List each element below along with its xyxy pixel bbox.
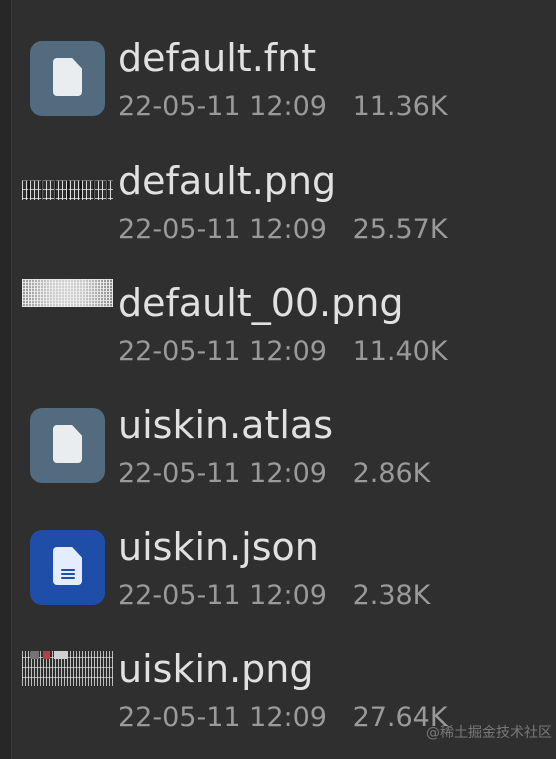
file-icon — [30, 41, 105, 116]
file-time: 12:09 — [249, 214, 327, 245]
file-row-default-png[interactable]: default.png 22-05-11 12:09 25.57K — [0, 137, 556, 259]
file-time: 12:09 — [249, 580, 327, 611]
file-metadata: 22-05-11 12:09 2.86K — [118, 457, 430, 491]
file-row-uiskin-atlas[interactable]: uiskin.atlas 22-05-11 12:09 2.86K — [0, 381, 556, 503]
file-date: 22-05-11 — [118, 214, 241, 245]
file-metadata: 22-05-11 12:09 27.64K — [118, 701, 448, 735]
file-size: 11.40K — [352, 336, 448, 367]
file-size: 11.36K — [352, 91, 448, 122]
file-list: default.fnt 22-05-11 12:09 11.36K defaul… — [0, 0, 556, 759]
font-image-thumbnail-icon — [22, 180, 113, 200]
file-date: 22-05-11 — [118, 336, 241, 367]
file-name: default.png — [118, 159, 337, 203]
file-time: 12:09 — [249, 336, 327, 367]
noisy-image-thumbnail-icon — [22, 279, 113, 307]
file-name: default.fnt — [118, 36, 317, 80]
file-metadata: 22-05-11 12:09 25.57K — [118, 213, 448, 247]
file-metadata: 22-05-11 12:09 2.38K — [118, 579, 430, 613]
file-metadata: 22-05-11 12:09 11.36K — [118, 90, 448, 124]
document-icon — [53, 425, 82, 463]
file-size: 25.57K — [352, 214, 448, 245]
ui-image-thumbnail-icon — [22, 651, 113, 686]
file-size: 2.86K — [352, 458, 431, 489]
file-name: uiskin.json — [118, 525, 319, 569]
file-metadata: 22-05-11 12:09 11.40K — [118, 335, 448, 369]
file-date: 22-05-11 — [118, 702, 241, 733]
file-name: uiskin.atlas — [118, 403, 333, 447]
file-time: 12:09 — [249, 458, 327, 489]
file-row-uiskin-json[interactable]: uiskin.json 22-05-11 12:09 2.38K — [0, 503, 556, 625]
document-icon — [53, 547, 82, 585]
file-row-default-fnt[interactable]: default.fnt 22-05-11 12:09 11.36K — [0, 14, 556, 136]
file-time: 12:09 — [249, 702, 327, 733]
file-size: 2.38K — [352, 580, 431, 611]
json-document-icon — [30, 530, 105, 605]
file-name: uiskin.png — [118, 647, 314, 691]
file-time: 12:09 — [249, 91, 327, 122]
file-name: default_00.png — [118, 281, 404, 325]
file-row-default-00-png[interactable]: default_00.png 22-05-11 12:09 11.40K — [0, 259, 556, 381]
watermark: @稀土掘金技术社区 — [426, 725, 552, 741]
document-icon — [53, 58, 82, 96]
file-icon — [30, 408, 105, 483]
file-date: 22-05-11 — [118, 458, 241, 489]
document-lines-icon — [61, 569, 75, 579]
file-date: 22-05-11 — [118, 580, 241, 611]
file-browser-screen: default.fnt 22-05-11 12:09 11.36K defaul… — [0, 0, 556, 759]
file-date: 22-05-11 — [118, 91, 241, 122]
